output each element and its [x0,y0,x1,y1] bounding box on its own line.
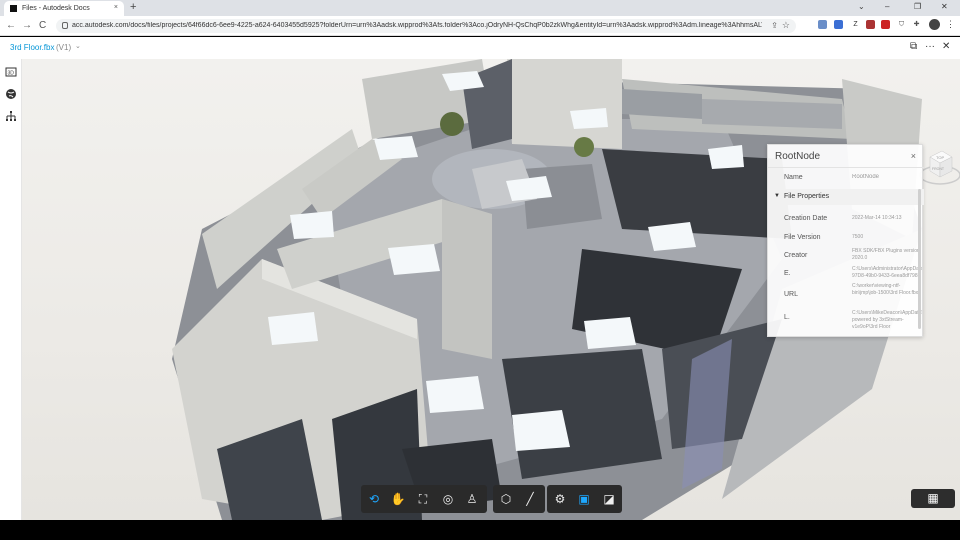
property-key: E. [784,270,791,277]
minimize-button[interactable]: – [885,2,889,11]
first-person-icon[interactable]: ◎ [438,489,458,509]
puzzle-icon[interactable]: ✚ [912,20,921,29]
section-label: File Properties [784,193,830,200]
property-key: Creation Date [784,215,828,222]
model-tool-group: ⬡ ╱ [493,485,545,513]
svg-text:3D: 3D [8,71,15,77]
property-value: C:\Users\MikeDeacon\AppData\Local\Tem po… [852,310,922,330]
pan-icon[interactable]: ✋ [388,489,408,509]
property-value: FBX SDK/FBX Plugins version 2020.0 [852,248,920,261]
browser-address-bar: ← → C acc.autodesk.com/docs/files/projec… [0,16,960,36]
reload-button[interactable]: C [39,20,46,31]
measure-icon[interactable]: ╱ [520,489,540,509]
navigation-tool-group: ⟲ ✋ ⛶ ◎ ♙ [361,485,487,513]
model-browser-icon[interactable]: ▣ [574,489,594,509]
property-key: L. [784,314,790,321]
divider [768,167,924,168]
close-viewer-button[interactable]: ✕ [942,41,950,52]
new-tab-button[interactable]: + [130,1,136,13]
browser-tab-strip: Files - Autodesk Docs × + ⌄ – ❐ ✕ [0,0,960,16]
more-options-icon[interactable]: ··· [925,41,935,52]
property-key: Name [784,174,803,181]
panel-close-button[interactable]: × [911,151,916,161]
browser-tab[interactable]: Files - Autodesk Docs × [4,1,124,16]
globe-icon[interactable] [5,88,17,100]
properties-panel: RootNode × Name RootNode ▼ File Properti… [767,144,924,337]
extension-icon[interactable] [866,20,875,29]
viewcube-front-label: FRONT [932,167,945,171]
viewcube-top-label: TOP [936,155,944,160]
chevron-down-icon[interactable]: ⌄ [75,42,81,50]
tab-title: Files - Autodesk Docs [22,5,90,12]
view-3d-icon[interactable]: 3D [5,66,17,78]
property-value: 7500 [852,234,864,240]
settings-icon[interactable]: ⚙ [550,489,570,509]
browser-menu-icon[interactable]: ⋮ [946,19,955,30]
panel-scrollbar[interactable] [918,189,921,329]
back-button[interactable]: ← [6,20,16,31]
hierarchy-icon[interactable] [5,110,17,122]
autodesk-favicon-icon [10,5,17,12]
url-input[interactable]: acc.autodesk.com/docs/files/projects/64f… [56,19,796,33]
extension-icon[interactable] [881,20,890,29]
profile-avatar[interactable] [929,19,940,30]
collapse-arrow-icon: ▼ [774,193,780,199]
property-value: 2022-Mar-14 10:34:13 [852,215,902,221]
extension-icon[interactable]: Z [851,20,860,29]
lock-icon [62,22,68,29]
left-tool-rail: 3D [0,59,22,520]
panel-title: RootNode [775,151,821,162]
viewcube[interactable]: TOP FRONT [918,145,960,189]
settings-tool-group: ⚙ ▣ ◪ [547,485,622,513]
extension-icon[interactable] [834,20,843,29]
tab-search-icon[interactable]: ⌄ [858,2,865,11]
restore-button[interactable]: ❐ [914,2,921,11]
property-value: C:\worker\viewing-ntf-bin\jmp\job-1500\3… [852,283,919,296]
window-close-button[interactable]: ✕ [941,2,948,11]
property-key: Creator [784,252,808,259]
url-text: acc.autodesk.com/docs/files/projects/64f… [72,22,762,29]
property-value: RootNode [852,174,880,180]
file-properties-section[interactable]: ▼ File Properties [768,189,924,205]
forward-button[interactable]: → [22,20,32,31]
share-icon[interactable]: ⇪ [771,21,778,30]
property-value: C:\Users\Administrator\AppData\Local\Te.… [852,266,922,279]
shield-icon[interactable]: ⛉ [897,20,906,29]
taskbar-strip [0,520,960,540]
compare-icon[interactable]: ⧉ [910,41,917,52]
bookmark-star-icon[interactable]: ☆ [782,20,790,31]
orbit-icon[interactable]: ⟲ [364,489,384,509]
file-version[interactable]: (V1) [56,43,71,52]
viewer-header: 3rd Floor.fbx (V1) ⌄ ⧉ ··· ✕ [0,37,960,59]
fit-view-icon[interactable]: ⛶ [413,489,433,509]
extension-icon[interactable] [818,20,827,29]
property-key: URL [784,291,799,298]
explode-icon[interactable]: ⬡ [496,489,516,509]
properties-icon[interactable]: ◪ [599,489,619,509]
property-key: File Version [784,234,821,241]
walk-icon[interactable]: ♙ [462,489,482,509]
tab-close-button[interactable]: × [114,4,118,11]
file-title[interactable]: 3rd Floor.fbx [10,43,54,52]
grid-view-button[interactable]: ▦ [911,489,955,508]
